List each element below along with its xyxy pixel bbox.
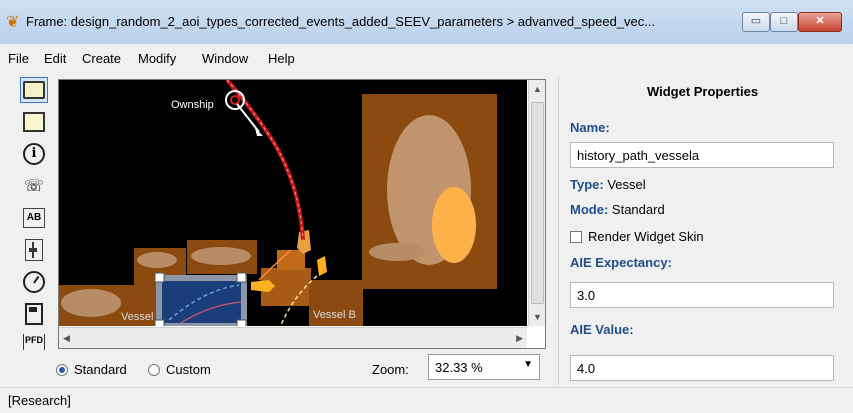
canvas-horizontal-scrollbar[interactable]: ◀ ▶ xyxy=(59,327,527,348)
close-button[interactable]: ✕ xyxy=(798,12,842,32)
aie-value-label: AIE Value: xyxy=(570,322,634,337)
name-label: Name: xyxy=(570,120,610,135)
ownship-path xyxy=(225,80,305,241)
pfd-tool[interactable]: PFD xyxy=(20,333,48,351)
properties-title: Widget Properties xyxy=(646,84,759,99)
aoi-ellipse-bottom-left xyxy=(61,289,121,317)
aoi-region-tag xyxy=(277,250,305,270)
ab-icon: AB xyxy=(23,208,45,228)
vertical-scroll-thumb[interactable] xyxy=(531,102,544,304)
radio-indicator-custom xyxy=(148,363,160,376)
blank-panel-icon xyxy=(23,112,45,132)
blank-panel-tool[interactable] xyxy=(20,109,48,135)
aie-value-value: 4.0 xyxy=(577,361,596,376)
chevron-down-icon: ▼ xyxy=(523,359,533,370)
type-label: Type: xyxy=(570,177,604,192)
menu-help[interactable]: Help xyxy=(268,51,295,66)
window-title: Frame: design_random_2_aoi_types_correct… xyxy=(26,14,656,29)
ownship-icon-core xyxy=(230,95,240,105)
canvas-vertical-scrollbar[interactable]: ▲ ▼ xyxy=(528,80,545,326)
scroll-up-icon[interactable]: ▲ xyxy=(533,84,542,94)
checkbox-box xyxy=(570,230,582,243)
maximize-button[interactable]: □ xyxy=(770,12,798,32)
menu-bar: File Edit Create Modify Window Help xyxy=(0,44,853,74)
info-tool[interactable]: i xyxy=(20,141,48,167)
status-text: [Research] xyxy=(8,393,71,408)
ownship-label: Ownship xyxy=(171,99,214,111)
widget-properties-panel: Widget Properties Name: history_path_ves… xyxy=(558,77,846,385)
zoom-label: Zoom: xyxy=(372,362,409,377)
standard-radio[interactable]: Standard xyxy=(56,362,127,377)
canvas-scene: Ownship Vessel Vessel B xyxy=(59,80,497,326)
render-skin-checkbox[interactable]: Render Widget Skin xyxy=(570,229,704,244)
gauge-icon xyxy=(23,271,45,293)
radio-indicator-standard xyxy=(56,363,68,376)
fuel-tool[interactable] xyxy=(20,301,48,327)
selection-handle-bl[interactable] xyxy=(154,319,165,326)
panel-tool[interactable] xyxy=(20,77,48,103)
status-bar: [Research] xyxy=(0,387,853,413)
aie-expectancy-value: 3.0 xyxy=(577,288,596,303)
menu-edit[interactable]: Edit xyxy=(44,51,66,66)
app-icon: ❦ xyxy=(6,14,20,31)
custom-radio-label: Custom xyxy=(166,362,211,377)
panel-icon xyxy=(23,81,45,99)
phone-icon: ☏ xyxy=(23,178,44,195)
menu-file[interactable]: File xyxy=(8,51,29,66)
type-row: Type: Vessel xyxy=(570,177,646,192)
pfd-icon: PFD xyxy=(23,334,45,350)
aoi-ellipse-left xyxy=(137,252,177,268)
fuel-icon xyxy=(25,303,43,325)
aoi-ellipse-top xyxy=(191,247,251,265)
mode-row: Mode: Standard xyxy=(570,202,665,217)
zoom-value: 32.33 % xyxy=(435,360,483,375)
aie-value-field[interactable]: 4.0 xyxy=(570,355,834,381)
aoi-ellipse-small xyxy=(369,243,425,261)
menu-modify[interactable]: Modify xyxy=(138,51,176,66)
slider-icon xyxy=(25,239,43,261)
menu-window[interactable]: Window xyxy=(202,51,248,66)
name-field-value: history_path_vessela xyxy=(577,148,700,163)
mode-value: Standard xyxy=(611,202,665,217)
minimize-button[interactable]: ▭ xyxy=(742,12,770,32)
slider-tool[interactable] xyxy=(20,237,48,263)
vessel-label: Vessel xyxy=(121,311,153,323)
design-canvas[interactable]: Ownship Vessel Vessel B xyxy=(59,80,527,326)
ab-tool[interactable]: AB xyxy=(20,205,48,231)
selection-handle-tr[interactable] xyxy=(236,272,247,283)
design-canvas-frame: Ownship Vessel Vessel B ▲ ▼ ◀ ▶ xyxy=(58,79,546,349)
menu-create[interactable]: Create xyxy=(82,51,121,66)
custom-radio[interactable]: Custom xyxy=(148,362,211,377)
aie-expectancy-label: AIE Expectancy: xyxy=(570,255,672,270)
phone-tool[interactable]: ☏ xyxy=(20,173,48,199)
aie-expectancy-field[interactable]: 3.0 xyxy=(570,282,834,308)
aoi-ellipse-orange xyxy=(432,187,476,263)
gauge-tool[interactable] xyxy=(20,269,48,295)
scroll-down-icon[interactable]: ▼ xyxy=(533,312,542,322)
render-skin-label: Render Widget Skin xyxy=(588,229,704,244)
info-icon: i xyxy=(23,143,45,165)
zoom-select[interactable]: 32.33 % ▼ xyxy=(428,354,540,380)
title-bar: ❦ Frame: design_random_2_aoi_types_corre… xyxy=(0,0,853,45)
scroll-left-icon[interactable]: ◀ xyxy=(63,333,70,344)
name-field[interactable]: history_path_vessela xyxy=(570,142,834,168)
selected-vessel-widget[interactable] xyxy=(156,275,247,326)
standard-radio-label: Standard xyxy=(74,362,127,377)
mode-label: Mode: xyxy=(570,202,609,217)
scroll-right-icon[interactable]: ▶ xyxy=(516,333,523,344)
type-value: Vessel xyxy=(607,177,646,192)
selection-handle-tl[interactable] xyxy=(154,272,165,283)
ownship-path-dashed xyxy=(226,80,304,241)
selection-handle-br[interactable] xyxy=(236,319,247,326)
vessel-b-marker xyxy=(317,256,327,276)
vessel-b-label: Vessel B xyxy=(313,309,356,321)
